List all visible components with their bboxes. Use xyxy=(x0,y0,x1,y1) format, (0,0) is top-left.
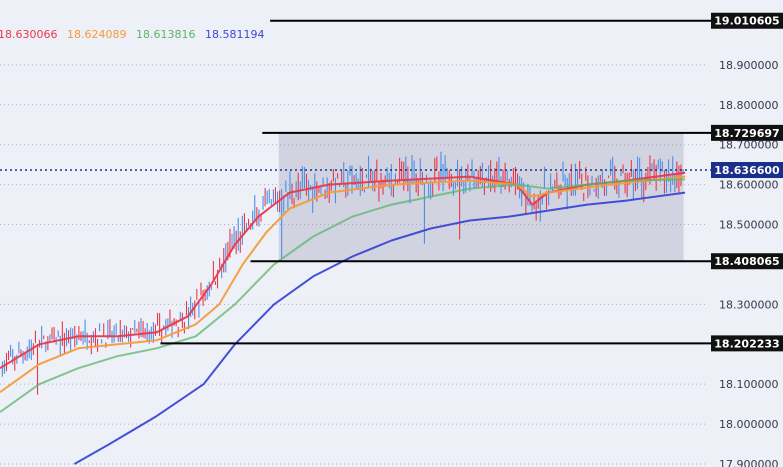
y-tick-label: 18.800000 xyxy=(719,99,779,112)
price-level-label: 18.202233 xyxy=(714,337,779,350)
price-level-label: 18.408065 xyxy=(714,255,779,268)
y-tick-label: 18.000000 xyxy=(719,418,779,431)
range-box-layer xyxy=(278,132,684,262)
y-tick-label: 18.500000 xyxy=(719,219,779,232)
legend-value-1: 18.630066 xyxy=(0,28,58,41)
svg-text:18.630066 18.624089: 18.630066 18.624089 18.613816 18.581194 xyxy=(0,28,265,41)
y-tick-label: 18.600000 xyxy=(719,179,779,192)
y-tick-label: 17.900000 xyxy=(719,458,779,467)
legend-value-4: 18.581194 xyxy=(205,28,265,41)
current-price-label: 18.636600 xyxy=(714,164,780,177)
y-tick-label: 18.300000 xyxy=(719,298,779,311)
legend-value-2: 18.624089 xyxy=(67,28,127,41)
legend: 18.630066 18.624089 18.613816 18.581194 xyxy=(0,28,265,41)
y-tick-label: 18.700000 xyxy=(719,139,779,152)
price-level-label: 19.010605 xyxy=(714,15,779,28)
y-tick-label: 18.100000 xyxy=(719,378,779,391)
legend-value-3: 18.613816 xyxy=(136,28,196,41)
price-chart: 19.01060518.72969718.40806518.20223318.6… xyxy=(0,12,783,467)
y-tick-label: 18.900000 xyxy=(719,59,779,72)
grid-lines xyxy=(0,64,706,465)
range-box xyxy=(278,132,684,262)
chart-panel: 19.010605 18.729697 18.408065 18.202233 18.6… xyxy=(0,0,783,467)
